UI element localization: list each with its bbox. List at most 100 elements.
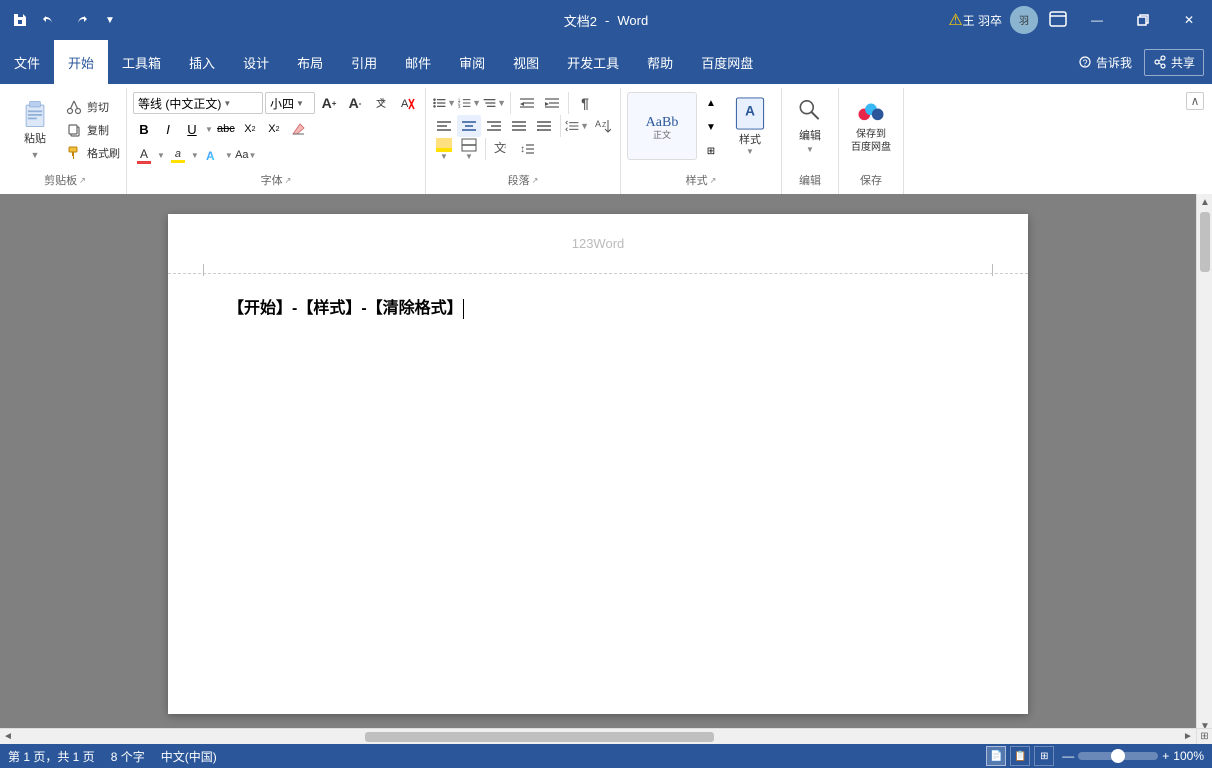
shading-button[interactable]: ▼ (432, 138, 456, 160)
chinese-layout-button[interactable]: 文↕ (490, 138, 514, 160)
italic-button[interactable]: I (157, 118, 179, 140)
page-info: 第 1 页，共 1 页 (8, 748, 95, 765)
zoom-out-button[interactable]: — (1062, 749, 1074, 763)
borders-button[interactable]: ▼ (457, 138, 481, 160)
document-content[interactable]: 【开始】-【样式】-【清除格式】 (228, 294, 968, 319)
styles-scroll-down[interactable]: ▼ (699, 116, 723, 138)
team-icon[interactable] (1042, 4, 1074, 36)
menu-toolbox[interactable]: 工具箱 (108, 40, 175, 84)
decrease-indent-button[interactable] (515, 92, 539, 114)
align-right-button[interactable] (482, 115, 506, 137)
redo-icon[interactable] (68, 8, 92, 32)
share-button[interactable]: 共享 (1144, 49, 1204, 76)
vertical-scrollbar[interactable]: ▲ ▼ (1196, 194, 1212, 734)
menu-help[interactable]: 帮助 (633, 40, 687, 84)
paste-button[interactable]: 粘贴 ▼ (10, 92, 60, 162)
show-marks-button[interactable]: ¶ (573, 92, 597, 114)
clipboard-expand-icon[interactable]: ↗ (79, 176, 86, 185)
scroll-thumb[interactable] (1200, 212, 1210, 272)
menu-developer[interactable]: 开发工具 (553, 40, 633, 84)
hscroll-thumb[interactable] (365, 732, 714, 742)
format-painter-button[interactable] (62, 142, 86, 164)
menu-baidunet[interactable]: 百度网盘 (687, 40, 767, 84)
zoom-in-button[interactable]: + (1162, 749, 1169, 763)
save-group-label: 保存 (843, 170, 899, 192)
highlight-color-button[interactable]: a (167, 144, 189, 166)
svg-text:A: A (595, 119, 601, 129)
styles-button[interactable]: A 样式 ▼ (725, 92, 775, 160)
menu-home[interactable]: 开始 (54, 40, 108, 84)
minimize-button[interactable]: — (1074, 0, 1120, 40)
page-body[interactable]: 【开始】-【样式】-【清除格式】 (168, 274, 1028, 339)
line-spacing-button[interactable]: ▼ (565, 115, 589, 137)
decrease-font-button[interactable]: A- (343, 92, 367, 114)
styles-preview[interactable]: AaBb 正文 (627, 92, 697, 160)
menu-insert[interactable]: 插入 (175, 40, 229, 84)
multilevel-list-button[interactable]: ▼ (482, 92, 506, 114)
cut-button[interactable] (62, 96, 86, 118)
customize-qa-icon[interactable]: ▼ (98, 8, 122, 32)
align-left-button[interactable] (432, 115, 456, 137)
ribbon-collapse-button[interactable]: ∧ (1186, 92, 1204, 110)
scroll-right-arrow[interactable]: ► (1180, 729, 1196, 745)
font-color-button[interactable]: A (133, 144, 155, 166)
window-controls: ⚠ 王 羽卒 羽 — ✕ (948, 0, 1212, 40)
distribute-button[interactable] (532, 115, 556, 137)
menu-design[interactable]: 设计 (229, 40, 283, 84)
scroll-up-arrow[interactable]: ▲ (1197, 194, 1212, 210)
copy-button[interactable] (62, 119, 86, 141)
font-expand-icon[interactable]: ↗ (285, 176, 292, 185)
menu-file[interactable]: 文件 (0, 40, 54, 84)
close-button[interactable]: ✕ (1166, 0, 1212, 40)
paragraph-content: ▼ 1.2.3. ▼ ▼ (430, 90, 616, 170)
view-web-button[interactable]: 📋 (1010, 746, 1030, 766)
font-size-selector[interactable]: 小四 ▼ (265, 92, 315, 114)
underline-button[interactable]: U (181, 118, 203, 140)
word-count: 8 个字 (111, 748, 145, 765)
subscript-button[interactable]: X2 (239, 118, 261, 140)
zoom-slider[interactable] (1078, 752, 1158, 760)
font-name-selector[interactable]: 等线 (中文正文) ▼ (133, 92, 263, 114)
editing-button[interactable]: 编辑 ▼ (788, 92, 832, 158)
user-avatar[interactable]: 羽 (1010, 6, 1038, 34)
justify-button[interactable] (507, 115, 531, 137)
undo-icon[interactable] (38, 8, 62, 32)
menu-mail[interactable]: 邮件 (391, 40, 445, 84)
view-print-button[interactable]: 📄 (986, 746, 1006, 766)
document-area[interactable]: 123Word 【开始】-【样式】-【清除格式】 (0, 194, 1196, 734)
clear-format-button[interactable]: A (395, 92, 419, 114)
scroll-left-arrow[interactable]: ◄ (0, 729, 16, 745)
save-icon[interactable] (8, 8, 32, 32)
tell-me-button[interactable]: ? 告诉我 (1070, 50, 1140, 75)
restore-button[interactable] (1120, 0, 1166, 40)
numbered-list-button[interactable]: 1.2.3. ▼ (457, 92, 481, 114)
styles-more[interactable]: ⊞ (699, 140, 723, 162)
bold-button[interactable]: B (133, 118, 155, 140)
strikethrough-button[interactable]: abc (215, 118, 237, 140)
styles-expand-icon[interactable]: ↗ (710, 176, 717, 185)
erase-format-button[interactable] (287, 118, 309, 140)
paragraph-expand-icon[interactable]: ↗ (532, 176, 539, 185)
menu-review[interactable]: 审阅 (445, 40, 499, 84)
phonetic-button[interactable]: 文ā (369, 92, 393, 114)
ribbon-group-paragraph: ▼ 1.2.3. ▼ ▼ (426, 88, 621, 194)
menu-view[interactable]: 视图 (499, 40, 553, 84)
char-spacing-button[interactable]: Aa▼ (235, 144, 257, 166)
sort2-button[interactable]: ↕ (515, 138, 539, 160)
editing-content: 编辑 ▼ (786, 90, 834, 170)
view-read-button[interactable]: ⊞ (1034, 746, 1054, 766)
sort-button[interactable]: AZ (590, 115, 614, 137)
superscript-button[interactable]: X2 (263, 118, 285, 140)
align-center-button[interactable] (457, 115, 481, 137)
scroll-corner[interactable]: ⊞ (1196, 729, 1212, 745)
text-effect-button[interactable]: A (201, 144, 223, 166)
zoom-thumb (1111, 749, 1125, 763)
menu-layout[interactable]: 布局 (283, 40, 337, 84)
increase-font-button[interactable]: A+ (317, 92, 341, 114)
increase-indent-button[interactable] (540, 92, 564, 114)
save-baidu-button[interactable]: 保存到百度网盘 (845, 92, 897, 158)
menu-references[interactable]: 引用 (337, 40, 391, 84)
horizontal-scrollbar[interactable]: ◄ ► ⊞ (0, 728, 1212, 744)
styles-scroll-up[interactable]: ▲ (699, 92, 723, 114)
bullet-list-button[interactable]: ▼ (432, 92, 456, 114)
